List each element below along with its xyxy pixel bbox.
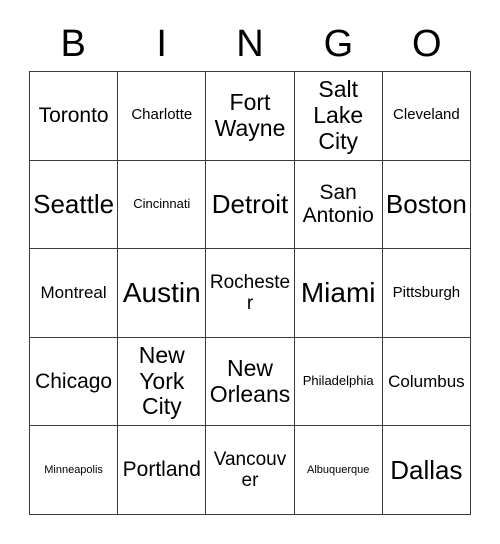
bingo-cell-label: San Antonio	[302, 180, 374, 228]
bingo-cell-label: Philadelphia	[302, 373, 374, 389]
bingo-cell-label: Pittsburgh	[392, 283, 461, 301]
bingo-cell-label: Rochester	[209, 271, 291, 314]
bingo-cell[interactable]: Salt Lake City	[294, 72, 383, 161]
bingo-cell-label: New York City	[138, 341, 185, 420]
bingo-cell[interactable]: Montreal	[30, 249, 119, 338]
bingo-cell[interactable]: Philadelphia	[294, 337, 383, 427]
bingo-cell[interactable]: Albuquerque	[294, 426, 383, 515]
header-letter-i: I	[156, 22, 167, 65]
bingo-cell-label: Albuquerque	[307, 464, 370, 477]
bingo-cell-label: Charlotte	[131, 106, 193, 124]
bingo-cell-label: Vancouver	[213, 448, 287, 492]
bingo-cell-label: Chicago	[35, 369, 113, 393]
bingo-cell[interactable]: San Antonio	[294, 160, 383, 250]
bingo-cell[interactable]: Miami	[294, 249, 383, 338]
bingo-cell[interactable]: Seattle	[30, 160, 119, 250]
bingo-cell-label: Fort Wayne	[214, 89, 286, 141]
bingo-cell-label: Miami	[300, 277, 376, 309]
bingo-header: B I N G O	[29, 16, 471, 71]
bingo-cell-label: Montreal	[40, 283, 107, 303]
bingo-cell[interactable]: Rochester	[206, 249, 295, 338]
bingo-cell[interactable]: New York City	[118, 337, 207, 427]
bingo-cell-label: New Orleans	[209, 354, 291, 407]
bingo-cell[interactable]: Vancouver	[206, 426, 295, 515]
header-letter-b: B	[60, 22, 86, 65]
bingo-cell[interactable]: Portland	[118, 426, 207, 515]
bingo-cell[interactable]: Toronto	[30, 72, 119, 161]
bingo-cell[interactable]: Columbus	[382, 337, 471, 427]
bingo-cell[interactable]: Boston	[382, 160, 471, 250]
bingo-cell-label: Toronto	[38, 104, 109, 128]
bingo-cell-label: Dallas	[390, 454, 463, 485]
header-letter-n: N	[236, 22, 264, 65]
bingo-cell-label: Boston	[385, 188, 467, 219]
bingo-cell[interactable]: New Orleans	[206, 337, 295, 427]
bingo-cell-label: Columbus	[388, 372, 465, 392]
bingo-cell-label: Minneapolis	[44, 464, 103, 477]
bingo-cell[interactable]: Austin	[118, 249, 207, 338]
bingo-cell[interactable]: Fort Wayne	[206, 72, 295, 161]
bingo-cell[interactable]: Charlotte	[118, 72, 207, 161]
bingo-cell[interactable]: Cincinnati	[118, 160, 207, 250]
bingo-cell[interactable]: Chicago	[30, 337, 119, 427]
bingo-cell[interactable]: Detroit	[206, 160, 295, 250]
bingo-cell[interactable]: Minneapolis	[30, 426, 119, 515]
bingo-cell-label: Cincinnati	[133, 196, 191, 212]
bingo-card: B I N G O Toronto Charlotte Fort Wayne Salt…	[0, 0, 500, 544]
bingo-cell-label: Seattle	[33, 188, 115, 219]
header-letter-g: G	[323, 22, 354, 65]
bingo-cell-label: Cleveland	[393, 106, 460, 124]
bingo-cell[interactable]: Pittsburgh	[382, 249, 471, 338]
bingo-cell-label: Portland	[122, 458, 201, 482]
bingo-grid: Toronto Charlotte Fort Wayne Salt Lake City…	[29, 71, 471, 515]
header-letter-o: O	[412, 22, 442, 65]
bingo-cell[interactable]: Cleveland	[382, 72, 471, 161]
bingo-cell-label: Detroit	[211, 188, 289, 219]
bingo-cell-label: Salt Lake City	[313, 76, 364, 154]
bingo-cell-label: Austin	[122, 277, 201, 309]
bingo-cell[interactable]: Dallas	[382, 426, 471, 515]
